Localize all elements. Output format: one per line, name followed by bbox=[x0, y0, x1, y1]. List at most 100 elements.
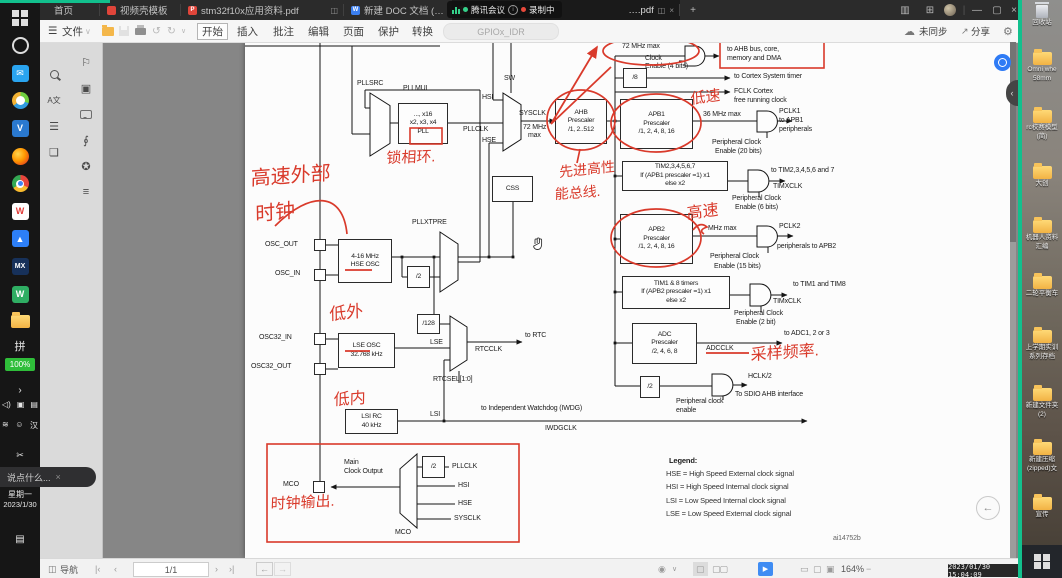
taskbar-vscode[interactable]: V bbox=[0, 116, 40, 140]
history-forward-button[interactable]: → bbox=[274, 562, 291, 576]
tray-icons-row2[interactable]: ≋☺汉 bbox=[2, 420, 38, 431]
desktop-icon-5[interactable]: 二轮平衡车 bbox=[1022, 276, 1062, 298]
back-to-position-button[interactable]: ← bbox=[976, 496, 1000, 520]
browser-tab-0[interactable]: 首页 bbox=[48, 0, 100, 20]
taskbar-browser-360[interactable] bbox=[0, 89, 40, 113]
meeting-recording-overlay[interactable]: 腾讯会议 i 录制中 bbox=[447, 1, 562, 18]
desktop-icon-9[interactable]: 宣传 bbox=[1022, 497, 1062, 519]
browser-tab-3[interactable]: W新建 DOC 文档 (2).doc bbox=[345, 0, 451, 20]
read-mode-icon[interactable]: ❏ bbox=[44, 142, 64, 162]
taskbar-app-green[interactable]: W bbox=[0, 282, 40, 306]
hamburger-icon[interactable]: ☰ bbox=[48, 20, 57, 42]
more-chevron-icon[interactable]: ∨ bbox=[181, 20, 186, 42]
gear-icon[interactable]: ⚙ bbox=[1003, 20, 1013, 42]
navigation-panel-icon[interactable]: ◫ bbox=[48, 559, 57, 578]
toolbar-tab-保护[interactable]: 保护 bbox=[374, 20, 403, 42]
settings-sliders-icon[interactable]: ☰ bbox=[44, 116, 64, 136]
attachment-icon[interactable]: ∮ bbox=[76, 130, 96, 150]
browser-tab-1[interactable]: 视频壳模板 bbox=[101, 0, 181, 20]
tab-close-icon[interactable]: × bbox=[669, 6, 674, 15]
fit-page-icon[interactable]: ▢ bbox=[813, 559, 822, 578]
tray-expand-chevron-icon[interactable]: › bbox=[0, 378, 40, 402]
taskbar-app-blue[interactable]: ▲ bbox=[0, 227, 40, 251]
search-icon[interactable] bbox=[44, 64, 64, 84]
translate-icon[interactable]: A文 bbox=[44, 90, 64, 110]
taskbar-firefox[interactable] bbox=[0, 144, 40, 168]
actual-size-icon[interactable]: ▣ bbox=[826, 559, 835, 578]
save-icon[interactable] bbox=[119, 20, 129, 42]
snip-tool-icon[interactable]: ✂ bbox=[0, 443, 40, 467]
meeting-chat-input[interactable]: 说点什么... × bbox=[0, 467, 96, 487]
reader-mode-icon[interactable]: ▥ bbox=[896, 0, 914, 20]
float-window-icon[interactable]: ◫ bbox=[330, 6, 338, 15]
snapshot-icon[interactable]: ▣ bbox=[76, 78, 96, 98]
wps-assistant-button[interactable] bbox=[994, 54, 1011, 71]
page-indicator[interactable]: 1/1 bbox=[133, 562, 209, 577]
fit-width-icon[interactable]: ▭ bbox=[800, 559, 809, 578]
taskbar-chrome[interactable] bbox=[0, 172, 40, 196]
desktop-icon-7[interactable]: 新建文件夹(2) bbox=[1022, 388, 1062, 418]
eye-protect-icon[interactable]: ◉ bbox=[658, 559, 666, 578]
scrollbar-thumb[interactable] bbox=[1010, 42, 1016, 242]
play-presentation-button[interactable]: ▶ bbox=[758, 562, 773, 576]
comment-bubble-icon[interactable] bbox=[76, 104, 96, 124]
navigation-label[interactable]: 导航 bbox=[60, 559, 78, 578]
input-method-indicator[interactable]: 拼 bbox=[0, 334, 40, 358]
sync-status[interactable]: 未同步 bbox=[919, 20, 948, 42]
new-tab-button[interactable]: + bbox=[683, 0, 703, 20]
search-input[interactable]: GPIOx_IDR bbox=[443, 23, 559, 40]
toolbar-tab-开始[interactable]: 开始 bbox=[197, 23, 228, 40]
first-page-button[interactable]: |‹ bbox=[95, 559, 100, 578]
print-icon[interactable] bbox=[135, 20, 146, 42]
stamp-icon[interactable]: ✪ bbox=[76, 156, 96, 176]
toolbar-tab-插入[interactable]: 插入 bbox=[233, 20, 262, 42]
bookmark-icon[interactable]: ⚐ bbox=[76, 52, 96, 72]
toolbar-tab-编辑[interactable]: 编辑 bbox=[304, 20, 333, 42]
chat-close-icon[interactable]: × bbox=[56, 472, 61, 482]
last-page-button[interactable]: ›| bbox=[229, 559, 234, 578]
toolbar-tab-批注[interactable]: 批注 bbox=[269, 20, 298, 42]
battery-indicator[interactable]: 100% bbox=[5, 358, 35, 371]
minimize-button[interactable]: — bbox=[968, 0, 986, 20]
zoom-level[interactable]: 164% bbox=[841, 559, 864, 578]
notification-center-icon[interactable]: ▤ bbox=[0, 527, 40, 551]
taskbar-mx[interactable]: MX bbox=[0, 254, 40, 278]
zoom-out-button[interactable]: − bbox=[866, 559, 871, 578]
secondary-taskbar[interactable] bbox=[1022, 545, 1062, 578]
open-file-icon[interactable] bbox=[102, 20, 114, 42]
avatar[interactable] bbox=[941, 0, 959, 20]
share-icon[interactable]: ↗ bbox=[961, 20, 969, 42]
desktop-icon-4[interactable]: 机器人资料汇编 bbox=[1022, 220, 1062, 250]
single-page-view-icon[interactable]: ▢ bbox=[693, 562, 708, 576]
prev-page-button[interactable]: ‹ bbox=[114, 559, 117, 578]
next-page-button[interactable]: › bbox=[215, 559, 218, 578]
tray-icons-row1[interactable]: ◁)▣▤ bbox=[2, 400, 38, 409]
desktop-icon-2[interactable]: rc校赛模型(简) bbox=[1022, 110, 1062, 140]
history-back-button[interactable]: ← bbox=[256, 562, 273, 576]
toolbar-tab-页面[interactable]: 页面 bbox=[339, 20, 368, 42]
eye-protect-chevron-icon[interactable]: ∨ bbox=[672, 559, 677, 578]
undo-icon[interactable]: ↺ bbox=[152, 20, 161, 42]
tab-grid-icon[interactable]: ⊞ bbox=[921, 0, 939, 20]
desktop-icon-6[interactable]: 上学期实训系列存档 bbox=[1022, 330, 1062, 360]
float-window-icon[interactable]: ◫ bbox=[658, 6, 666, 15]
file-menu-chevron-icon[interactable]: ∨ bbox=[85, 20, 91, 42]
desktop-icon-1[interactable]: Omni whe58mm bbox=[1022, 52, 1062, 82]
cloud-sync-icon[interactable]: ☁ bbox=[904, 20, 915, 42]
layers-icon[interactable]: ≡ bbox=[76, 182, 96, 202]
desktop-icon-8[interactable]: 新建压缩(zipped)文 bbox=[1022, 442, 1062, 472]
browser-tab-2[interactable]: Pstm32f10x应用资料.pdf◫ bbox=[182, 0, 344, 20]
file-menu[interactable]: 文件 bbox=[62, 20, 83, 42]
restore-button[interactable]: ▢ bbox=[988, 0, 1006, 20]
taskbar-explorer[interactable] bbox=[0, 310, 40, 334]
toolbar-tab-转换[interactable]: 转换 bbox=[408, 20, 437, 42]
taskbar-start-button[interactable] bbox=[0, 6, 40, 30]
share-button[interactable]: 分享 bbox=[971, 20, 990, 42]
taskbar-mail[interactable]: ✉ bbox=[0, 61, 40, 85]
taskbar-wps[interactable]: W bbox=[0, 199, 40, 223]
redo-icon[interactable]: ↻ bbox=[167, 20, 176, 42]
taskbar-search-ring[interactable] bbox=[0, 34, 40, 58]
desktop-icon-3[interactable]: 大创 bbox=[1022, 166, 1062, 188]
two-page-view-icon[interactable]: ▢▢ bbox=[712, 559, 727, 578]
desktop-icon-0[interactable]: 回收站 bbox=[1022, 5, 1062, 27]
